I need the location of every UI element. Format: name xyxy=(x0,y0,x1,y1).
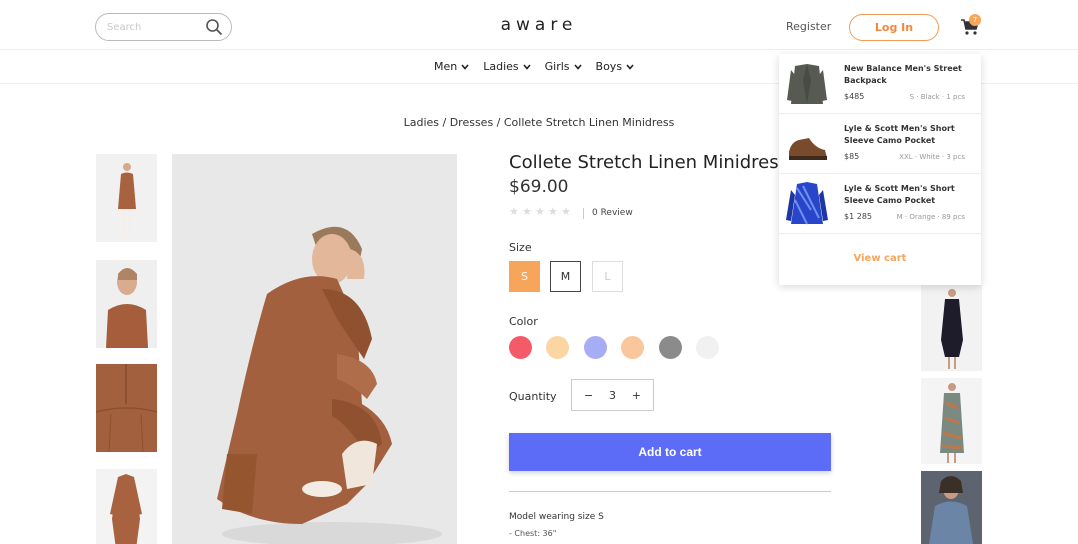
dress-image xyxy=(921,471,982,544)
star-icon[interactable]: ★ xyxy=(561,206,571,217)
chevron-down-icon xyxy=(626,63,634,70)
login-button[interactable]: Log In xyxy=(849,14,939,41)
size-option-l[interactable]: L xyxy=(592,261,623,292)
color-swatch-red[interactable] xyxy=(509,336,532,359)
divider xyxy=(509,491,831,492)
color-swatch-gray[interactable] xyxy=(659,336,682,359)
rating-stars[interactable]: ★ ★ ★ ★ ★ xyxy=(509,206,571,217)
minus-button[interactable]: − xyxy=(584,389,593,402)
cart-item-image xyxy=(785,60,829,108)
cart-item-name[interactable]: Lyle & Scott Men's Short Sleeve Camo Poc… xyxy=(844,183,974,207)
nav-item-label: Men xyxy=(434,60,458,73)
cart-item-meta: XXL · White · 3 pcs xyxy=(899,153,965,161)
nav-item-men[interactable]: Men xyxy=(434,60,469,73)
color-label: Color xyxy=(509,315,538,328)
product-price: $69.00 xyxy=(509,177,569,197)
cart-item[interactable]: Lyle & Scott Men's Short Sleeve Camo Poc… xyxy=(779,114,981,174)
dress-image xyxy=(96,469,157,544)
color-swatch-lavender[interactable] xyxy=(584,336,607,359)
cart-item[interactable]: New Balance Men's Street Backpack $485 S… xyxy=(779,54,981,114)
cart-item-name[interactable]: New Balance Men's Street Backpack xyxy=(844,63,974,87)
cart-count-badge: 7 xyxy=(969,14,981,26)
chevron-down-icon xyxy=(573,63,582,70)
quantity-label: Quantity xyxy=(509,390,557,403)
review-count[interactable]: 0 Review xyxy=(583,208,633,219)
cart-item-meta: M · Orange · 89 pcs xyxy=(896,213,965,221)
nav-item-ladies[interactable]: Ladies xyxy=(483,60,531,73)
add-to-cart-button[interactable]: Add to cart xyxy=(509,433,831,471)
product-title: Collete Stretch Linen Minidress xyxy=(509,152,788,173)
related-product-thumbnail[interactable] xyxy=(921,471,982,544)
plus-button[interactable]: + xyxy=(632,389,641,402)
star-icon[interactable]: ★ xyxy=(522,206,532,217)
cart-item[interactable]: Lyle & Scott Men's Short Sleeve Camo Poc… xyxy=(779,174,981,234)
dress-image xyxy=(921,378,982,464)
cart-dropdown: New Balance Men's Street Backpack $485 S… xyxy=(779,54,981,285)
dress-image xyxy=(96,364,157,452)
model-photo xyxy=(172,154,457,544)
star-icon[interactable]: ★ xyxy=(535,206,545,217)
chevron-down-icon xyxy=(523,63,531,70)
star-icon[interactable]: ★ xyxy=(548,206,558,217)
nav-item-girls[interactable]: Girls xyxy=(545,60,582,73)
cart-item-image xyxy=(785,180,829,228)
cart-item-price: $1 285 xyxy=(844,212,872,221)
color-swatch-white[interactable] xyxy=(696,336,719,359)
nav-item-label: Boys xyxy=(595,60,623,73)
cart-item-name[interactable]: Lyle & Scott Men's Short Sleeve Camo Poc… xyxy=(844,123,974,147)
chevron-down-icon xyxy=(461,63,469,70)
product-thumbnail[interactable] xyxy=(96,154,157,242)
star-icon[interactable]: ★ xyxy=(509,206,519,217)
product-main-image[interactable] xyxy=(172,154,457,544)
nav-item-boys[interactable]: Boys xyxy=(596,60,635,73)
quantity-stepper[interactable]: − 3 + xyxy=(571,379,654,411)
view-cart-link[interactable]: View cart xyxy=(779,253,981,264)
dress-image xyxy=(96,260,157,348)
quantity-value[interactable]: 3 xyxy=(609,389,616,402)
related-product-thumbnail[interactable] xyxy=(921,378,982,464)
size-label: Size xyxy=(509,241,532,254)
nav-item-label: Girls xyxy=(544,60,570,73)
product-thumbnail[interactable] xyxy=(96,364,157,452)
chest-measurement: - Chest: 36" xyxy=(509,529,557,538)
site-header: aware Register Log In 7 xyxy=(0,0,1078,50)
cart-item-image xyxy=(785,120,829,168)
register-link[interactable]: Register xyxy=(786,20,831,33)
color-swatch-peach[interactable] xyxy=(621,336,644,359)
cart-item-price: $85 xyxy=(844,152,860,161)
nav-item-label: Ladies xyxy=(483,60,519,73)
model-size-note: Model wearing size S xyxy=(509,512,604,522)
product-thumbnail[interactable] xyxy=(96,260,157,348)
dress-image xyxy=(921,285,982,371)
size-option-m[interactable]: M xyxy=(550,261,581,292)
size-option-s[interactable]: S xyxy=(509,261,540,292)
product-thumbnail[interactable] xyxy=(96,469,157,544)
dress-image xyxy=(96,154,157,242)
cart-item-price: $485 xyxy=(844,92,865,101)
cart-item-meta: S · Black · 1 pcs xyxy=(909,93,965,101)
color-swatch-beige[interactable] xyxy=(546,336,569,359)
related-product-thumbnail[interactable] xyxy=(921,285,982,371)
